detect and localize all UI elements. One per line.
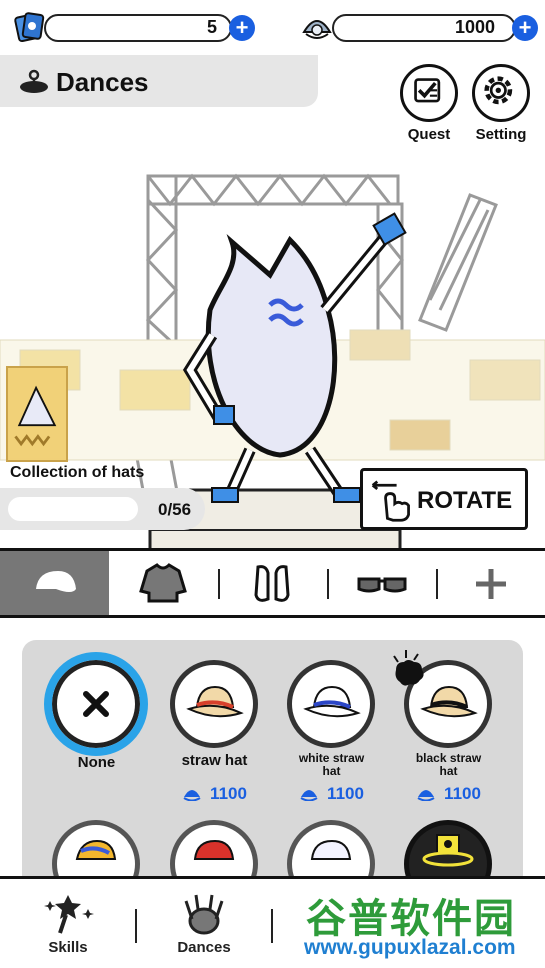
item-black-straw-hat[interactable]: black straw hat 1100 [390,650,507,810]
item-name: white straw hat [298,751,365,778]
quest-label: Quest [407,126,451,143]
cap-icon [36,571,76,592]
shell-icon [300,790,318,801]
rotate-hand-icon [371,480,410,522]
shell-counter: 1000 + [300,10,540,44]
item-price: 1100 [156,784,273,804]
add-shells-button[interactable]: + [512,15,538,41]
item-none-ring [44,652,148,756]
item-white-straw-hat[interactable]: white straw hat 1100 [273,660,390,810]
item-name: straw hat [181,752,248,769]
item-price-value: 1100 [327,784,364,803]
tab-tops[interactable] [109,551,218,615]
shell-count: 1000 [454,17,495,37]
collection-label: Collection of hats [10,464,145,481]
item-panel: None straw hat 1100 white straw hat 1100… [22,640,523,908]
item-name: black straw hat [415,751,482,778]
page-title: Dances [56,67,149,97]
hat-collection-card[interactable] [6,366,68,462]
category-tabs [0,548,545,618]
collection-count: 0/56 [158,500,192,519]
game-screen: 5 + 1000 + Dances Quest Setting Collecti… [0,0,545,968]
sweater-icon [139,563,187,603]
shoes-icon [254,565,290,602]
straw-hat-icon [186,685,244,718]
item-ring [170,660,258,748]
tab-more[interactable] [436,551,545,615]
quest-icon [414,78,441,103]
item-none[interactable]: None [38,652,155,802]
page-header: Dances [0,55,318,107]
add-tickets-button[interactable]: + [229,15,255,41]
gear-icon [484,76,513,105]
item-price: 1100 [390,784,507,804]
watermark-url: www.gupuxlazal.com [304,936,516,959]
site-watermark: 谷普软件园 www.gupuxlazal.com [300,884,542,964]
magic-wand-icon [44,895,94,934]
ticket-counter: 5 + [12,10,257,44]
tab-hats[interactable] [0,551,109,615]
nav-separator [271,909,273,943]
setting-button[interactable] [472,64,530,122]
rotate-label: ROTATE [417,487,513,514]
tab-shoes[interactable] [218,551,327,615]
shell-icon [183,790,201,801]
item-price: 1100 [273,784,390,804]
tab-glasses[interactable] [327,551,436,615]
rotate-button[interactable]: ROTATE [360,468,528,530]
plus-icon [476,569,506,599]
collection-progress: 0/56 [0,488,205,530]
shell-icon [417,790,435,801]
sunglasses-icon [357,577,407,593]
item-price-value: 1100 [210,784,247,803]
nav-skills[interactable]: Skills [0,879,136,968]
ticket-count: 5 [206,17,217,37]
shell-icon [302,20,332,39]
new-badge-icon [393,650,424,686]
item-straw-hat[interactable]: straw hat 1100 [156,660,273,810]
dancer-icon [184,894,224,935]
setting-label: Setting [475,126,527,143]
item-ring [287,660,375,748]
ticket-icon [14,12,45,43]
nav-dances-label: Dances [177,939,231,956]
collection-progress-track [8,497,138,521]
item-price-value: 1100 [444,784,481,803]
white-straw-hat-icon [303,685,361,718]
nav-dances[interactable]: Dances [136,879,272,968]
nav-skills-label: Skills [48,939,88,956]
dance-icon [20,69,48,93]
item-name: None [77,754,116,771]
none-x-icon [83,691,109,717]
quest-button[interactable] [400,64,458,122]
